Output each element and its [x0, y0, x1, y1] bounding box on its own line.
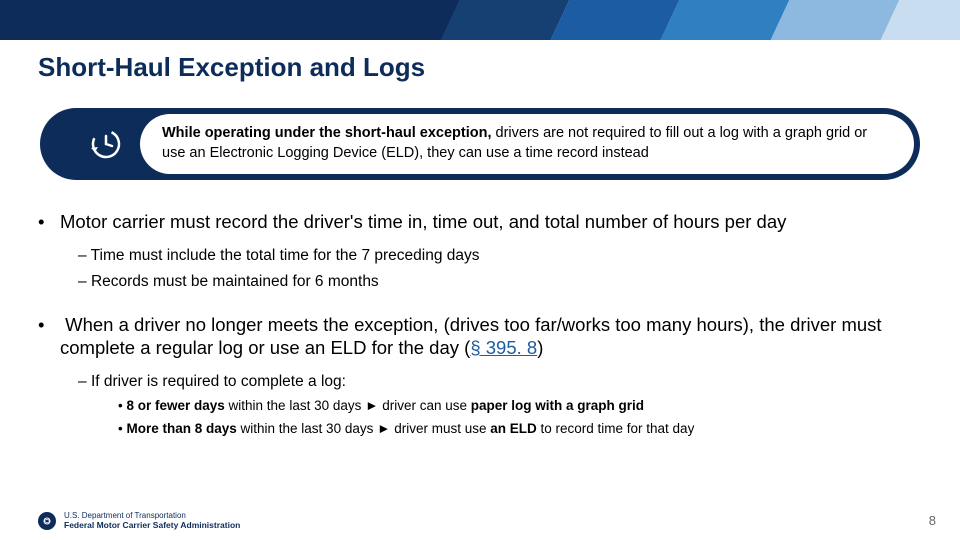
page-number: 8 [929, 513, 936, 528]
bullet-level1: When a driver no longer meets the except… [38, 313, 922, 359]
text: within the last 30 days ► driver must us… [237, 421, 490, 436]
slide: Short-Haul Exception and Logs While oper… [0, 0, 960, 540]
dot-logo-icon [38, 512, 56, 530]
text: to record time for that day [537, 421, 695, 436]
regulation-link[interactable]: § 395. 8 [470, 337, 537, 358]
agency-line2: Federal Motor Carrier Safety Administrat… [64, 521, 240, 530]
clock-refresh-icon [88, 126, 124, 162]
body-content: Motor carrier must record the driver's t… [38, 210, 922, 441]
text-bold: More than 8 days [126, 421, 236, 436]
text-bold: paper log with a graph grid [471, 398, 644, 413]
text-bold: an ELD [490, 421, 537, 436]
bullet-level1: Motor carrier must record the driver's t… [38, 210, 922, 233]
bullet-level2: Time must include the total time for the… [38, 245, 922, 267]
header-banner [0, 0, 960, 40]
page-title: Short-Haul Exception and Logs [38, 52, 425, 83]
agency-text: U.S. Department of Transportation Federa… [64, 512, 240, 530]
callout-panel: While operating under the short-haul exc… [140, 114, 914, 174]
text-bold: 8 or fewer days [126, 398, 224, 413]
bullet-level2: Records must be maintained for 6 months [38, 271, 922, 293]
footer-agency: U.S. Department of Transportation Federa… [38, 512, 240, 530]
bullet-level3: More than 8 days within the last 30 days… [38, 419, 922, 439]
callout-bold: While operating under the short-haul exc… [162, 125, 492, 141]
text: ) [537, 337, 543, 358]
banner-solid [0, 0, 480, 40]
bullet-level3: 8 or fewer days within the last 30 days … [38, 396, 922, 416]
callout-text: While operating under the short-haul exc… [162, 124, 892, 163]
callout-box: While operating under the short-haul exc… [40, 108, 920, 180]
bullet-level2: If driver is required to complete a log: [38, 371, 922, 393]
text: within the last 30 days ► driver can use [225, 398, 471, 413]
